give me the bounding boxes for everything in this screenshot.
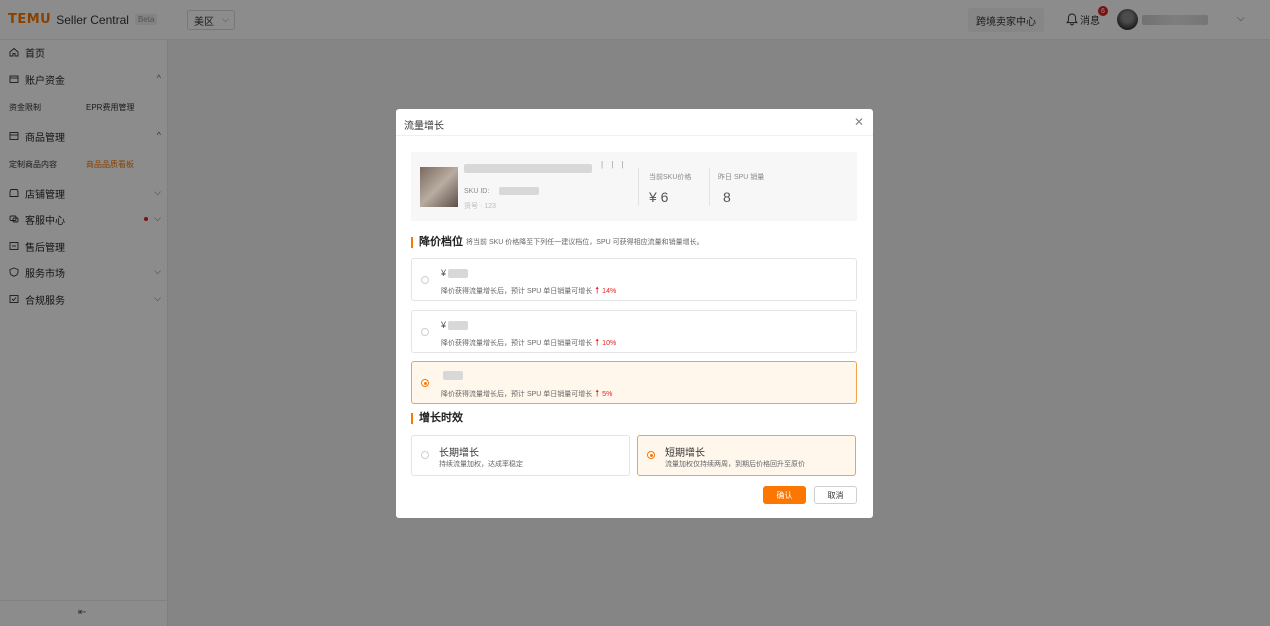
yesterday-sales-label: 昨日 SPU 销量 xyxy=(718,174,765,181)
radio[interactable] xyxy=(421,328,429,336)
radio-selected[interactable] xyxy=(647,451,655,459)
long-term-title: 长期增长 xyxy=(439,448,479,459)
traffic-growth-dialog: 流量增长 ✕ | | | SKU ID: 货号 · 123 当前SKU价格 ¥ … xyxy=(396,109,873,518)
divider xyxy=(638,168,639,206)
arrow-up-icon: 🠕 xyxy=(595,285,600,295)
short-term-desc: 流量加权仅持续两周，到期后价格回升至原价 xyxy=(665,461,805,468)
sku-id-label: SKU ID: xyxy=(464,188,490,195)
price-tier-desc: 将当前 SKU 价格降至下列任一建议档位，SPU 可获得相应流量和销量增长。 xyxy=(466,239,704,246)
radio[interactable] xyxy=(421,451,429,459)
product-title-blurred xyxy=(464,164,592,173)
price-blurred xyxy=(448,268,469,278)
price-option-desc: 降价获得流量增长后，预计 SPU 单日销量可增长 🠕 5% xyxy=(441,388,613,398)
growth-period-title: 增长时效 xyxy=(411,413,463,424)
radio-selected[interactable] xyxy=(421,379,429,387)
price-blurred xyxy=(448,320,469,330)
price-option-1[interactable]: ¥ 降价获得流量增长后，预计 SPU 单日销量可增长 🠕 14% xyxy=(411,258,857,301)
close-icon[interactable]: ✕ xyxy=(854,115,864,129)
price-value: ¥ xyxy=(441,320,469,330)
price-blurred xyxy=(443,371,463,380)
price-value: ¥ xyxy=(441,268,469,278)
long-term-desc: 持续流量加权，达成率稳定 xyxy=(439,461,523,468)
arrow-up-icon: 🠕 xyxy=(595,337,600,347)
arrow-up-icon: 🠕 xyxy=(595,388,600,398)
price-option-desc: 降价获得流量增长后，预计 SPU 单日销量可增长 🠕 10% xyxy=(441,337,617,347)
price-value xyxy=(441,371,463,380)
cancel-button[interactable]: 取消 xyxy=(814,486,857,504)
product-title-tail: | | | xyxy=(601,160,627,169)
dialog-divider xyxy=(396,135,873,136)
yesterday-sales-value: 8 xyxy=(723,189,731,205)
price-option-3[interactable]: 降价获得流量增长后，预计 SPU 单日销量可增长 🠕 5% xyxy=(411,361,857,404)
current-sku-price-label: 当前SKU价格 xyxy=(649,174,692,181)
short-term-title: 短期增长 xyxy=(665,448,705,459)
sku-id-blurred xyxy=(499,187,539,195)
product-code: 货号 · 123 xyxy=(464,203,496,210)
current-sku-price-value: ¥ 6 xyxy=(649,189,669,205)
confirm-button[interactable]: 确认 xyxy=(763,486,806,504)
divider xyxy=(709,168,710,206)
price-tier-title: 降价档位 xyxy=(411,237,463,248)
long-term-growth-option[interactable]: 长期增长 持续流量加权，达成率稳定 xyxy=(411,435,630,476)
product-summary-card: | | | SKU ID: 货号 · 123 当前SKU价格 ¥ 6 昨日 SP… xyxy=(411,152,857,221)
short-term-growth-option[interactable]: 短期增长 流量加权仅持续两周，到期后价格回升至原价 xyxy=(637,435,856,476)
price-option-desc: 降价获得流量增长后，预计 SPU 单日销量可增长 🠕 14% xyxy=(441,285,617,295)
product-image xyxy=(420,167,458,207)
price-option-2[interactable]: ¥ 降价获得流量增长后，预计 SPU 单日销量可增长 🠕 10% xyxy=(411,310,857,353)
dialog-title: 流量增长 xyxy=(404,121,444,132)
radio[interactable] xyxy=(421,276,429,284)
